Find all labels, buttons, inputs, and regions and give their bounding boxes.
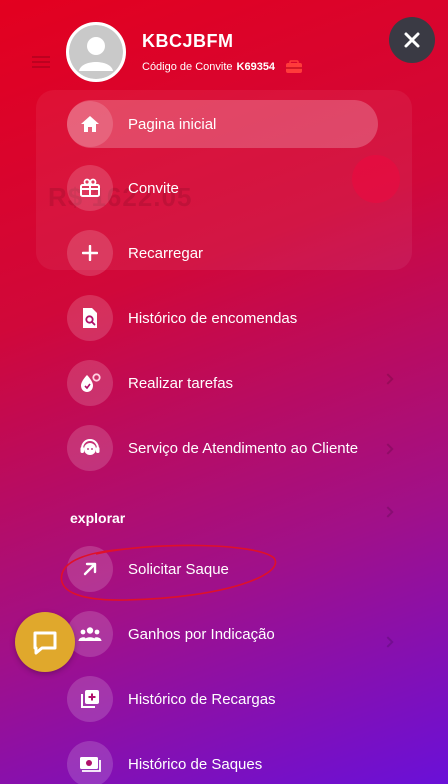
- home-icon: [67, 101, 113, 147]
- background-chevron-icon: [382, 506, 394, 518]
- menu-item-label: Solicitar Saque: [128, 560, 229, 578]
- add-box-icon: [67, 676, 113, 722]
- menu-item-label: Histórico de Recargas: [128, 690, 276, 708]
- gift-icon: [67, 165, 113, 211]
- background-chevron-icon: [382, 443, 394, 455]
- support-agent-icon: [67, 425, 113, 471]
- menu-item-recharge[interactable]: Recarregar: [67, 229, 203, 277]
- background-chevron-icon: [382, 636, 394, 648]
- menu-item-label: Pagina inicial: [128, 115, 217, 133]
- menu-item-referral-earnings[interactable]: Ganhos por Indicação: [67, 610, 275, 658]
- menu-item-home[interactable]: Pagina inicial: [67, 100, 378, 148]
- menu-item-label: Serviço de Atendimento ao Cliente: [128, 439, 359, 457]
- chat-bubble-icon: [33, 631, 57, 655]
- menu-item-tasks[interactable]: Realizar tarefas: [67, 359, 233, 407]
- plus-icon: [67, 230, 113, 276]
- document-search-icon: [67, 295, 113, 341]
- section-title-explore: explorar: [70, 510, 126, 526]
- invite-code-label: Código de Convite: [142, 60, 233, 73]
- menu-item-label: Histórico de encomendas: [128, 309, 298, 327]
- user-silhouette-icon: [69, 25, 123, 79]
- invite-code-line: Código de Convite K69354: [142, 59, 303, 74]
- menu-item-label: Convite: [128, 179, 179, 197]
- arrow-up-right-icon: [67, 546, 113, 592]
- username: KBCJBFM: [142, 30, 234, 51]
- close-button[interactable]: [389, 17, 435, 63]
- menu-item-recharge-history[interactable]: Histórico de Recargas: [67, 675, 276, 723]
- copy-icon[interactable]: [285, 59, 303, 74]
- menu-item-customer-service[interactable]: Serviço de Atendimento ao Cliente: [67, 424, 358, 472]
- chat-button[interactable]: [15, 612, 75, 672]
- invite-code-value: K69354: [236, 60, 276, 73]
- avatar[interactable]: [66, 22, 126, 82]
- menu-item-label: Realizar tarefas: [128, 374, 234, 392]
- menu-item-invite[interactable]: Convite: [67, 164, 179, 212]
- menu-item-label: Histórico de Saques: [128, 755, 263, 773]
- background-hamburger-icon: [32, 56, 50, 58]
- menu-item-label: Ganhos por Indicação: [128, 625, 275, 643]
- menu-item-label: Recarregar: [128, 244, 204, 262]
- menu-item-withdraw-history[interactable]: Histórico de Saques: [67, 740, 262, 784]
- user-info: KBCJBFM Código de Convite K69354: [142, 31, 303, 74]
- menu-item-withdraw-request[interactable]: Solicitar Saque: [67, 545, 229, 593]
- background-add-icon: [352, 155, 400, 203]
- menu-item-order-history[interactable]: Histórico de encomendas: [67, 294, 297, 342]
- drawer-header: KBCJBFM Código de Convite K69354: [66, 22, 303, 82]
- money-icon: [67, 741, 113, 784]
- tasks-icon: [67, 360, 113, 406]
- background-chevron-icon: [382, 373, 394, 385]
- close-icon: [404, 32, 420, 48]
